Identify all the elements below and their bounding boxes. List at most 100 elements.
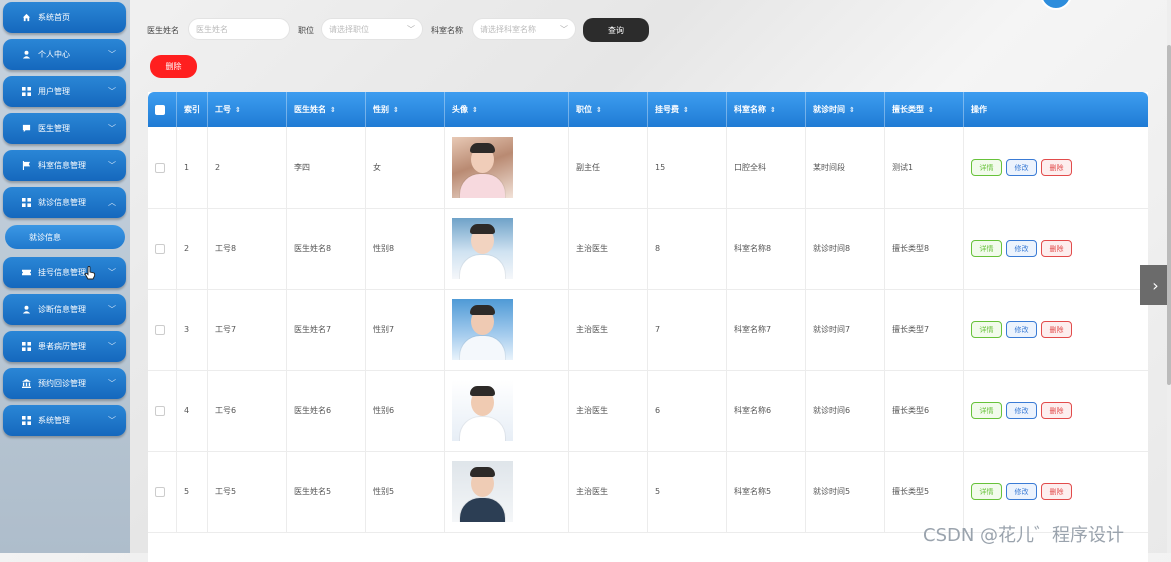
row-checkbox[interactable] <box>155 243 165 254</box>
chevron-up-icon: ︿ <box>108 198 116 207</box>
col-header-actions: 操作 <box>964 92 1148 127</box>
cell-text: 工号8 <box>215 244 237 253</box>
sidebar-item-profile[interactable]: 个人中心 ﹀ <box>3 39 126 70</box>
sidebar-item-doctors[interactable]: 医生管理 ﹀ <box>3 113 126 144</box>
col-header-label: 头像 <box>452 105 468 114</box>
sort-icon[interactable]: ⇕ <box>770 106 776 114</box>
cell-specialty: 擅长类型7 <box>885 289 964 370</box>
sort-icon[interactable]: ⇕ <box>683 106 689 114</box>
sidebar-item-home[interactable]: 系统首页 <box>3 2 126 33</box>
edit-button[interactable]: 修改 <box>1006 240 1037 257</box>
cell-text: 擅长类型8 <box>892 244 930 253</box>
watermark: CSDN @花儿゛程序设计 <box>923 525 1125 546</box>
avatar[interactable] <box>1040 0 1072 10</box>
sidebar-subitem-visit-info[interactable]: 就诊信息 <box>5 225 125 249</box>
detail-button[interactable]: 详情 <box>971 483 1002 500</box>
edit-button[interactable]: 修改 <box>1006 483 1037 500</box>
col-header-gender[interactable]: 性别 ⇕ <box>366 92 445 127</box>
sidebar-item-diagnoses[interactable]: 诊断信息管理 ﹀ <box>3 294 126 325</box>
query-button[interactable]: 查询 <box>583 18 649 42</box>
edit-button[interactable]: 修改 <box>1006 402 1037 419</box>
cell-text: 3 <box>184 325 190 334</box>
sidebar-item-label: 预约回诊管理 <box>38 379 86 388</box>
cell-text: 性别8 <box>373 244 395 253</box>
cell-gender: 性别8 <box>366 208 445 289</box>
sort-icon[interactable]: ⇕ <box>928 106 934 114</box>
cell-time: 就诊时间7 <box>806 289 885 370</box>
sidebar-item-records[interactable]: 患者病历管理 ﹀ <box>3 331 126 362</box>
sidebar-item-visits[interactable]: 就诊信息管理 ︿ <box>3 187 126 218</box>
sort-icon[interactable]: ⇕ <box>235 106 241 114</box>
sort-icon[interactable]: ⇕ <box>330 106 336 114</box>
col-header-position[interactable]: 职位 ⇕ <box>569 92 648 127</box>
detail-button[interactable]: 详情 <box>971 321 1002 338</box>
delete-button[interactable]: 删除 <box>1041 321 1072 338</box>
col-header-label: 医生姓名 <box>294 105 326 114</box>
doctor-name-input[interactable]: 医生姓名 <box>188 18 290 40</box>
cell-dept: 科室名称6 <box>727 370 806 451</box>
sidebar-item-departments[interactable]: 科室信息管理 ﹀ <box>3 150 126 181</box>
cell-specialty: 擅长类型8 <box>885 208 964 289</box>
row-checkbox[interactable] <box>155 486 165 497</box>
cell-fee: 15 <box>648 127 727 208</box>
cell-time: 某时间段 <box>806 127 885 208</box>
cell-job-no: 工号7 <box>208 289 287 370</box>
detail-button[interactable]: 详情 <box>971 159 1002 176</box>
edit-button[interactable]: 修改 <box>1006 159 1037 176</box>
col-header-time[interactable]: 就诊时间 ⇕ <box>806 92 885 127</box>
cell-text: 科室名称7 <box>734 325 772 334</box>
cell-name: 医生姓名5 <box>287 451 366 532</box>
col-header-avatar[interactable]: 头像 ⇕ <box>445 92 569 127</box>
sort-icon[interactable]: ⇕ <box>393 106 399 114</box>
scrollbar-thumb[interactable] <box>1167 45 1171 385</box>
col-header-label: 工号 <box>215 105 231 114</box>
position-select[interactable]: 请选择职位 ﹀ <box>321 18 423 40</box>
cell-job-no: 工号5 <box>208 451 287 532</box>
actions-cell: 详情 修改 删除 <box>964 127 1148 208</box>
table-header: 索引 工号 ⇕ 医生姓名 ⇕ 性别 ⇕ 头像 ⇕ 职位 ⇕ 挂号费 ⇕ 科室名称 ⇕ 就诊时间… <box>148 92 1148 127</box>
detail-button[interactable]: 详情 <box>971 402 1002 419</box>
cell-text: 性别6 <box>373 406 395 415</box>
cell-dept: 科室名称8 <box>727 208 806 289</box>
avatar-cell <box>445 451 569 532</box>
sidebar-item-registrations[interactable]: 挂号信息管理 ﹀ <box>3 257 126 288</box>
row-checkbox[interactable] <box>155 324 165 335</box>
delete-button[interactable]: 删除 <box>1041 240 1072 257</box>
col-header-name[interactable]: 医生姓名 ⇕ <box>287 92 366 127</box>
doctor-avatar-image <box>452 137 513 198</box>
col-header-dept[interactable]: 科室名称 ⇕ <box>727 92 806 127</box>
table-row: 1 2 李四 女 副主任 15 口腔全科 某时间段 测试1 详情 修改 删除 <box>148 127 1148 209</box>
col-header-label: 就诊时间 <box>813 105 845 114</box>
avatar-cell <box>445 370 569 451</box>
sort-icon[interactable]: ⇕ <box>472 106 478 114</box>
header-select-all[interactable] <box>148 92 177 127</box>
sort-icon[interactable]: ⇕ <box>596 106 602 114</box>
col-header-label: 索引 <box>184 105 200 114</box>
batch-delete-button[interactable]: 删除 <box>150 55 197 78</box>
row-checkbox[interactable] <box>155 405 165 416</box>
scrollbar[interactable] <box>1167 0 1171 553</box>
delete-button[interactable]: 删除 <box>1041 159 1072 176</box>
col-header-fee[interactable]: 挂号费 ⇕ <box>648 92 727 127</box>
chevron-down-icon: ﹀ <box>108 342 116 351</box>
col-header-label: 操作 <box>971 105 987 114</box>
delete-button[interactable]: 删除 <box>1041 402 1072 419</box>
sidebar-item-followups[interactable]: 预约回诊管理 ﹀ <box>3 368 126 399</box>
sort-icon[interactable]: ⇕ <box>849 106 855 114</box>
col-header-job-no[interactable]: 工号 ⇕ <box>208 92 287 127</box>
cell-text: 擅长类型7 <box>892 325 930 334</box>
cell-text: 女 <box>373 163 381 172</box>
select-all-checkbox[interactable] <box>155 104 165 115</box>
cell-specialty: 擅长类型5 <box>885 451 964 532</box>
sidebar-item-users[interactable]: 用户管理 ﹀ <box>3 76 126 107</box>
cell-text: 15 <box>655 163 666 172</box>
cell-time: 就诊时间5 <box>806 451 885 532</box>
sidebar-item-system[interactable]: 系统管理 ﹀ <box>3 405 126 436</box>
delete-button[interactable]: 删除 <box>1041 483 1072 500</box>
edit-button[interactable]: 修改 <box>1006 321 1037 338</box>
cell-text: 测试1 <box>892 163 914 172</box>
detail-button[interactable]: 详情 <box>971 240 1002 257</box>
dept-select[interactable]: 请选择科室名称 ﹀ <box>472 18 576 40</box>
col-header-specialty[interactable]: 擅长类型 ⇕ <box>885 92 964 127</box>
row-checkbox[interactable] <box>155 162 165 173</box>
